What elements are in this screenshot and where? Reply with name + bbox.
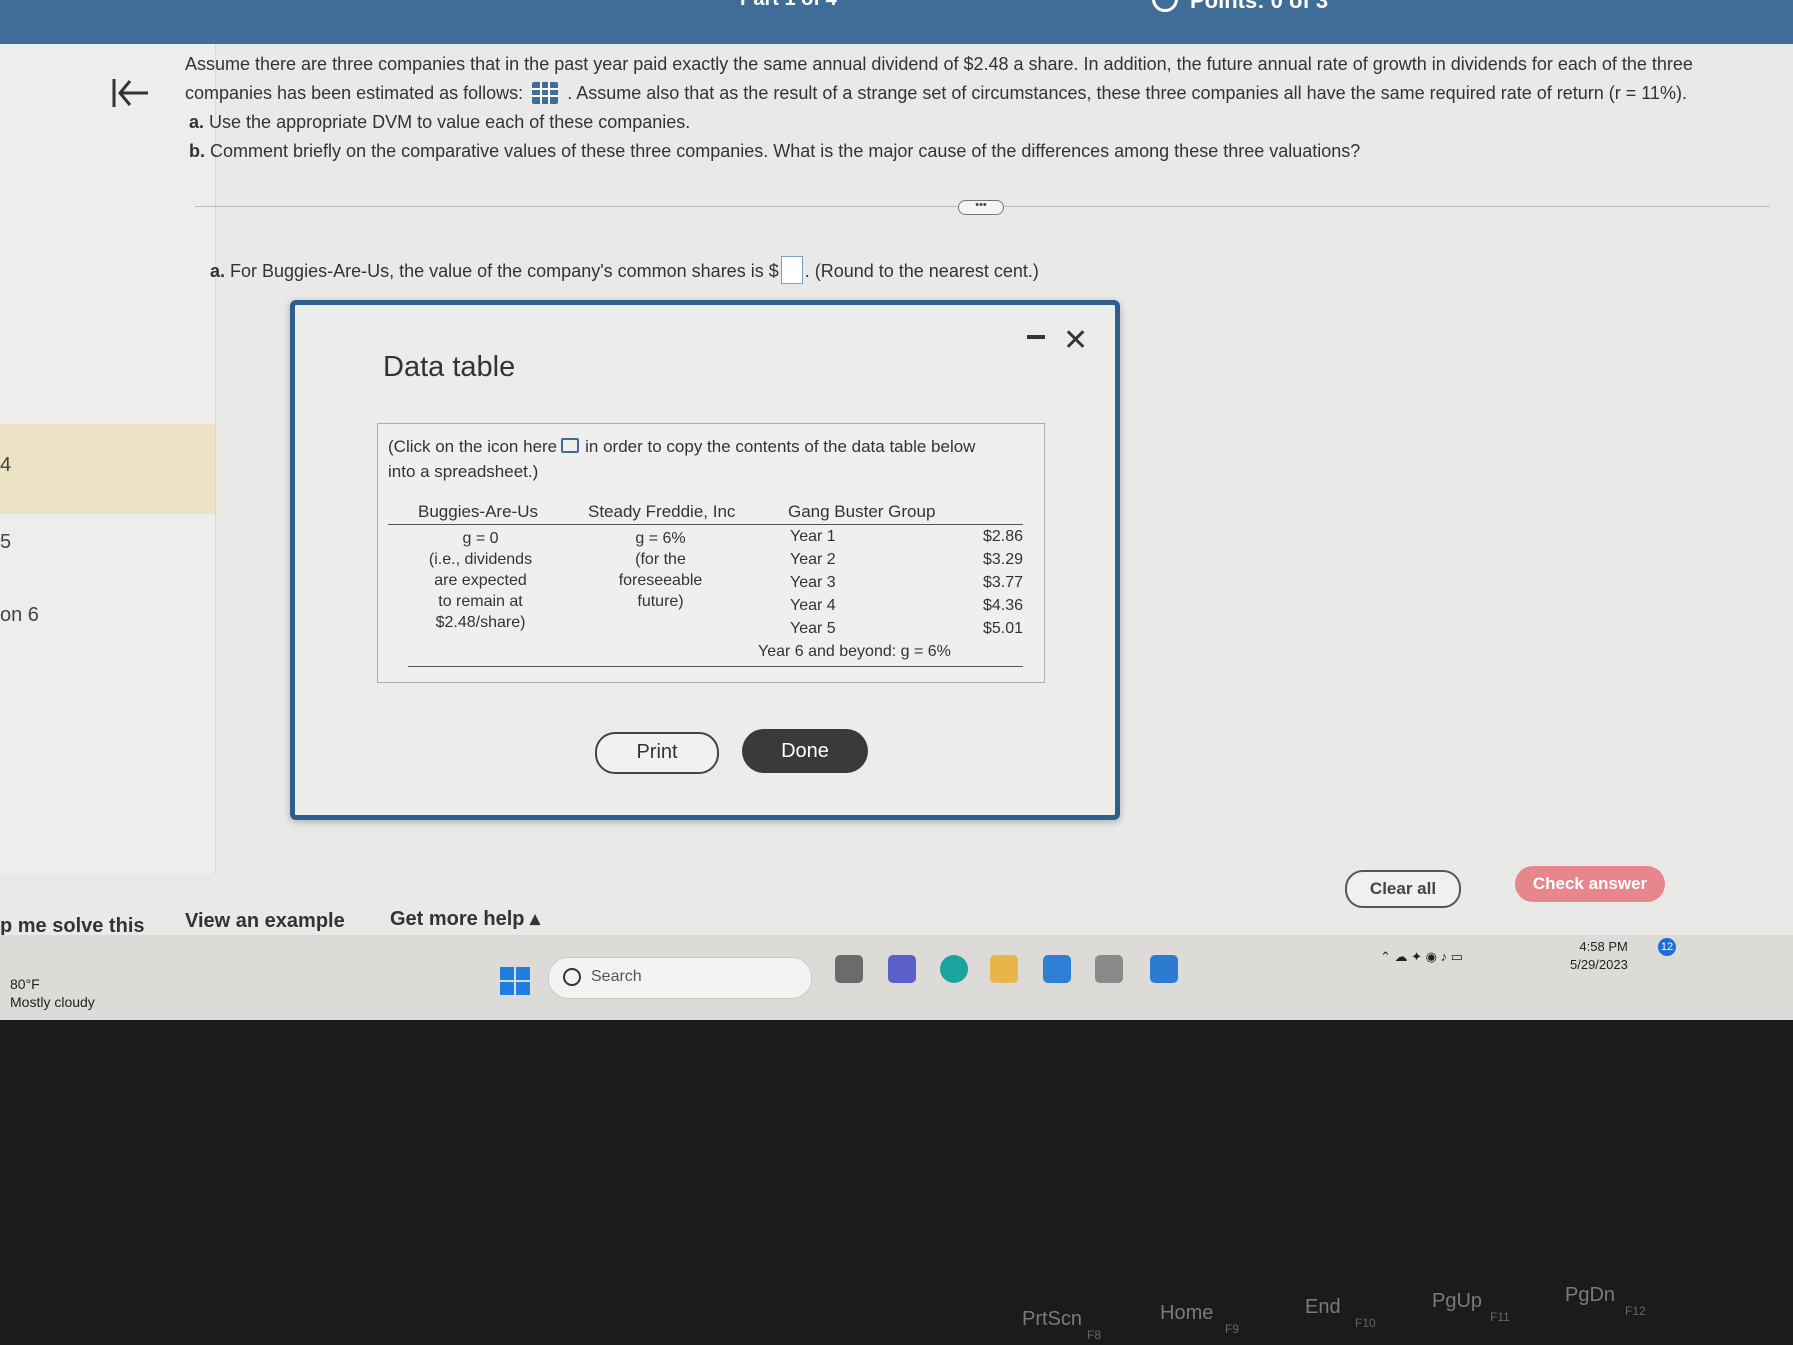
points-indicator: Points: 0 of 3 [1190,0,1329,13]
key-home: Home [1160,1302,1214,1324]
gang-amount: $3.29 [982,551,1023,568]
footer-rule [408,666,1023,667]
screen: Part 1 of 4 Points: 0 of 3 4 5 on 6 Assu… [0,0,1793,1020]
view-example-link[interactable]: View an example [185,910,345,933]
key-f12: F12 [1625,1304,1646,1318]
minimize-icon[interactable] [1027,335,1045,339]
taskbar-search[interactable]: Search [548,957,812,999]
key-f11: F11 [1490,1310,1510,1324]
gang-year: Year 4 [790,597,836,614]
clear-all-button[interactable]: Clear all [1345,870,1461,908]
nav-item-4[interactable]: 4 [0,454,11,477]
question-nav: 4 5 on 6 [0,44,216,874]
gang-year: Year 3 [790,574,836,591]
notification-badge[interactable]: 12 [1658,938,1676,956]
buggies-cell: g = 0 (i.e., dividends are expected to r… [428,530,533,631]
nav-item-5[interactable]: 5 [0,531,11,554]
nav-highlight [0,424,215,514]
edge-icon[interactable] [940,955,968,983]
key-f10: F10 [1355,1316,1376,1330]
expand-ellipsis-button[interactable]: ••• [958,200,1004,215]
search-icon [563,968,581,986]
key-end: End [1305,1296,1341,1318]
data-table-icon[interactable] [532,82,559,104]
gang-footer: Year 6 and beyond: g = 6% [758,643,951,660]
close-icon[interactable]: ✕ [1063,323,1088,358]
task-view-icon[interactable] [835,955,863,983]
points-ring-icon [1152,0,1178,12]
key-pgup: PgUp [1432,1290,1483,1312]
dialog-title: Data table [383,351,516,383]
answer-input[interactable] [780,256,803,284]
key-prtscn: PrtScn [1022,1308,1083,1330]
data-table-dialog: Data table ✕ (Click on the icon here in o… [290,300,1120,820]
header-rule [388,524,1023,525]
copy-icon[interactable] [561,438,580,453]
gang-amount: $4.36 [982,597,1023,614]
header-gang: Gang Buster Group [788,502,936,521]
print-button[interactable]: Print [595,732,719,774]
gang-amount: $2.86 [982,528,1023,545]
part-indicator: Part 1 of 4 [740,0,837,11]
clock[interactable]: 4:58 PM 5/29/2023 [1570,938,1628,974]
gang-year: Year 2 [790,551,836,568]
answer-prompt: a. For Buggies-Are-Us, the value of the … [210,256,1039,284]
done-button[interactable]: Done [742,729,868,773]
gang-amount: $5.01 [982,620,1023,637]
question-part-b: b. Comment briefly on the comparative va… [189,141,1361,161]
teams-icon[interactable] [888,955,916,983]
check-answer-button[interactable]: Check answer [1515,866,1665,902]
key-f8: F8 [1087,1328,1102,1342]
windows-start-icon[interactable] [500,967,530,995]
weather-widget[interactable]: 80°F Mostly cloudy [10,975,95,1011]
question-part-a: a. Use the appropriate DVM to value each… [189,112,691,132]
question-line-1: Assume there are three companies that in… [185,54,1693,74]
store-icon[interactable] [1095,955,1123,983]
top-bar: Part 1 of 4 Points: 0 of 3 [0,0,1793,44]
key-f9: F9 [1225,1322,1240,1336]
header-freddie: Steady Freddie, Inc [588,502,736,521]
key-pgdn: PgDn [1565,1284,1616,1306]
freddie-cell: g = 6% (for the foreseeable future) [618,530,703,610]
copy-note: (Click on the icon here in order to copy … [388,437,976,481]
get-more-help-link[interactable]: Get more help ▴ [390,906,540,931]
gang-year: Year 5 [790,620,836,637]
app-icon[interactable] [1150,955,1178,983]
mail-icon[interactable] [1043,955,1071,983]
header-buggies: Buggies-Are-Us [418,502,538,521]
system-tray-icons[interactable]: ⌃ ☁ ✦ ◉ ♪ ▭ [1380,948,1463,966]
collapse-left-icon[interactable] [110,75,150,111]
file-explorer-icon[interactable] [990,955,1018,983]
gang-amount: $3.77 [982,574,1023,591]
question-text: Assume there are three companies that in… [185,50,1745,166]
gang-year: Year 1 [790,528,836,545]
data-table: (Click on the icon here in order to copy … [377,423,1045,683]
question-line-2: companies has been estimated as follows:… [185,82,1687,104]
nav-item-6[interactable]: on 6 [0,604,39,627]
